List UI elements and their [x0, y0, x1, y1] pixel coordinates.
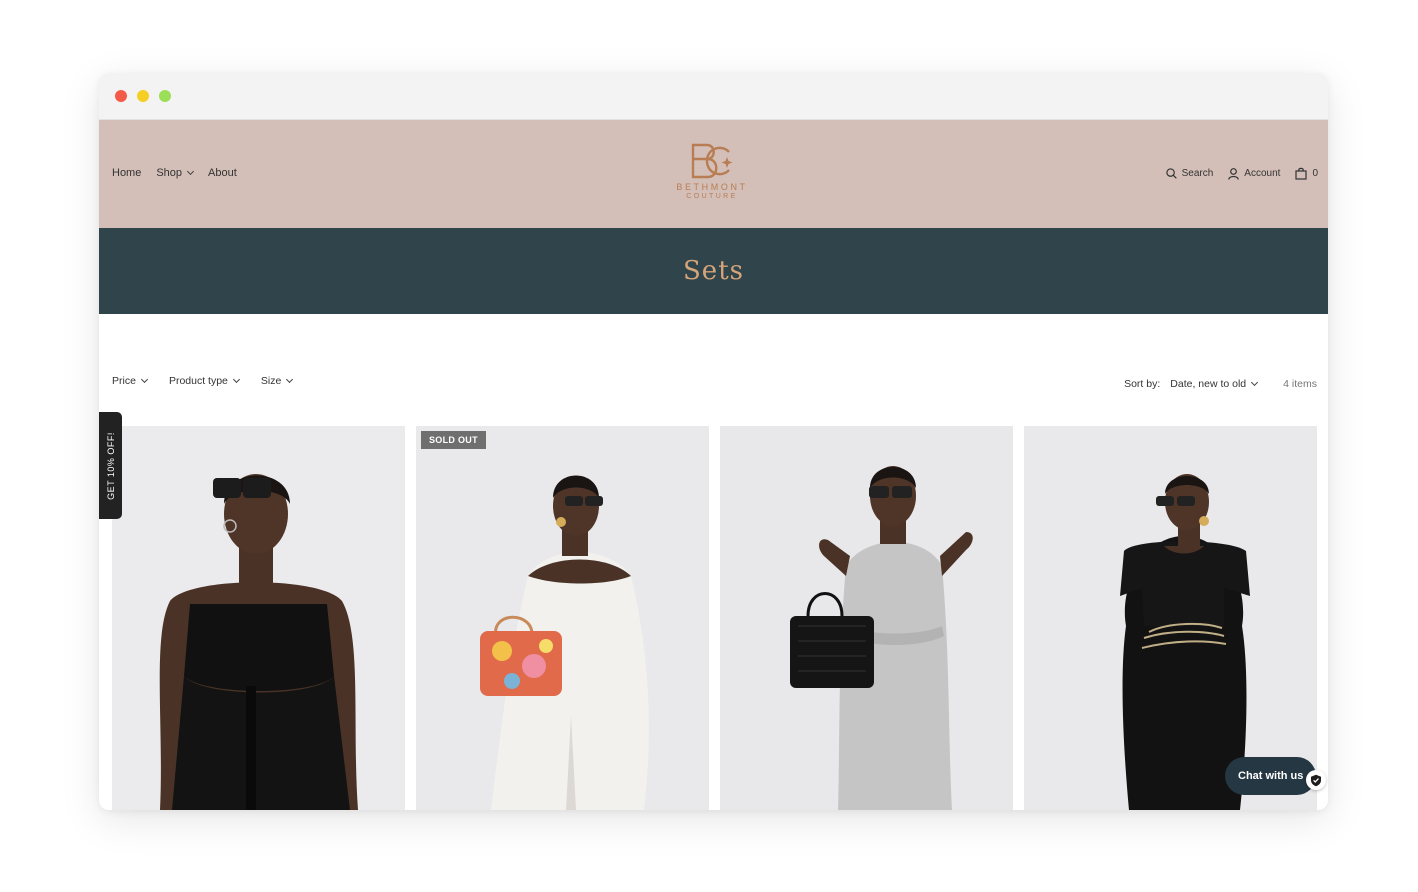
browser-window: Home Shop About BETHMONT COUTURE Search … — [99, 73, 1328, 810]
cart-count: 0 — [1312, 168, 1318, 179]
site-header: Home Shop About BETHMONT COUTURE Search … — [99, 120, 1328, 228]
brand-logo[interactable]: BETHMONT COUTURE — [672, 142, 752, 200]
discount-promo-label: GET 10% OFF! — [105, 431, 116, 500]
account-label: Account — [1244, 168, 1281, 179]
sort-bar: Sort by: Date, new to old 4 items — [1124, 378, 1317, 390]
product-image — [416, 426, 709, 810]
search-button[interactable]: Search — [1165, 168, 1214, 179]
brand-name: BETHMONT — [676, 182, 748, 192]
search-icon — [1165, 168, 1177, 179]
chevron-down-icon — [187, 167, 195, 176]
maximize-window-button[interactable] — [159, 90, 171, 102]
main-nav: Home Shop About — [112, 167, 252, 179]
search-label: Search — [1181, 168, 1214, 179]
nav-about-label: About — [208, 167, 237, 179]
account-button[interactable]: Account — [1228, 167, 1281, 180]
nav-shop[interactable]: Shop — [156, 167, 195, 179]
chat-button[interactable]: Chat with us — [1225, 757, 1317, 795]
product-card[interactable]: SOLD OUT — [416, 426, 709, 810]
product-image — [720, 426, 1013, 810]
brand-monogram-icon — [691, 143, 733, 179]
brand-subname: COUTURE — [686, 193, 738, 200]
item-count: 4 items — [1283, 378, 1317, 390]
sold-out-badge: SOLD OUT — [421, 431, 486, 449]
header-actions: Search Account 0 — [1151, 167, 1318, 180]
window-titlebar — [99, 73, 1328, 120]
filter-size-label: Size — [260, 375, 282, 387]
cart-button[interactable]: 0 — [1295, 167, 1318, 180]
shield-icon[interactable] — [1306, 770, 1326, 790]
product-card[interactable] — [720, 426, 1013, 810]
sort-select[interactable]: Date, new to old — [1170, 378, 1259, 390]
filter-product-type-label: Product type — [168, 375, 228, 387]
product-card[interactable] — [112, 426, 405, 810]
filter-price-label: Price — [112, 375, 136, 387]
product-image — [112, 426, 405, 810]
collection-title: Sets — [683, 256, 744, 286]
close-window-button[interactable] — [115, 90, 127, 102]
filter-size[interactable]: Size — [260, 375, 294, 387]
filter-product-type[interactable]: Product type — [168, 375, 240, 387]
product-card[interactable] — [1024, 426, 1317, 810]
chevron-down-icon — [286, 375, 294, 384]
collection-hero: Sets — [99, 228, 1328, 314]
nav-home-label: Home — [112, 167, 142, 179]
minimize-window-button[interactable] — [137, 90, 149, 102]
discount-promo-tab[interactable]: GET 10% OFF! — [99, 412, 122, 519]
user-icon — [1228, 167, 1240, 180]
filter-price[interactable]: Price — [112, 375, 148, 387]
sort-label: Sort by: — [1124, 378, 1161, 390]
product-image — [1024, 426, 1317, 810]
shopping-bag-icon — [1295, 167, 1308, 180]
chevron-down-icon — [1251, 378, 1259, 387]
nav-about[interactable]: About — [208, 167, 237, 179]
filter-bar: Price Product type Size — [112, 375, 314, 387]
nav-shop-label: Shop — [156, 167, 183, 179]
nav-home[interactable]: Home — [112, 167, 141, 179]
chat-label: Chat with us — [1238, 770, 1304, 782]
sort-value: Date, new to old — [1170, 378, 1247, 390]
chevron-down-icon — [232, 375, 240, 384]
chevron-down-icon — [140, 375, 148, 384]
